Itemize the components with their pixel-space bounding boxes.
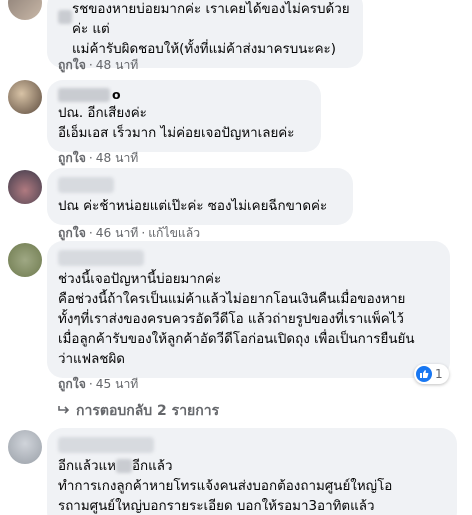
like-link[interactable]: ถูกใจ [58,377,86,391]
reaction-count: 1 [435,367,443,381]
comment-meta: ถูกใจ · 48 นาที [58,151,139,165]
comment-text-part: อีกแล้ว [131,459,173,474]
redacted-name [58,10,72,24]
comment-bubble: ช่วงนี้เจอปัญหานี้บ่อยมากค่ะ คือช่วงนี้ถ… [47,241,450,378]
view-replies-label: การตอบกลับ 2 รายการ [76,403,220,419]
comment-text-part: อีกแล้วแห [58,459,116,474]
timestamp[interactable]: 46 นาที [96,226,139,240]
avatar[interactable] [8,243,42,277]
like-link[interactable]: ถูกใจ [58,151,86,165]
avatar[interactable] [8,170,42,204]
comment-text: อีกแล้วแห อีกแล้ว ทำการเกงลูกค้าหายโทรแจ้… [58,457,446,515]
author-name[interactable] [58,250,144,266]
like-link[interactable]: ถูกใจ [58,226,86,240]
comment-meta: ถูกใจ · 48 นาที [58,58,139,72]
comment-bubble: o ปณ. อีกเสียงค่ะ อีเอ็มเอส เร็วมาก ไม่ค… [47,80,321,152]
reply-arrow-icon [58,403,70,419]
author-name[interactable] [58,437,154,453]
author-name[interactable]: o [58,87,310,102]
avatar[interactable] [8,430,42,464]
thumbs-up-icon [416,366,432,382]
comment-text: ช่วงนี้เจอปัญหานี้บ่อยมากค่ะ คือช่วงนี้ถ… [58,272,415,367]
avatar[interactable] [8,80,42,114]
timestamp[interactable]: 48 นาที [96,151,139,165]
author-name[interactable] [58,177,114,193]
author-suffix: o [112,87,121,102]
view-replies-link[interactable]: การตอบกลับ 2 รายการ [58,400,219,422]
comment-text-part: ทำการเกงลูกค้าหายโทรแจ้งคนส่งบอกต้องถามศ… [58,479,393,514]
reaction-badge[interactable]: 1 [414,364,449,384]
comment-bubble: อีกแล้วแห อีกแล้ว ทำการเกงลูกค้าหายโทรแจ้… [47,428,457,515]
timestamp[interactable]: 48 นาที [96,58,139,72]
comment-text: ปณ ค่ะช้าหน่อยแต่เป๊ะค่ะ ซองไม่เคยฉีกขาด… [58,199,328,214]
avatar[interactable] [8,0,42,20]
timestamp[interactable]: 45 นาที [96,377,139,391]
comment-meta: ถูกใจ · 45 นาที [58,377,139,391]
comment-text: ปณ. อีกเสียงค่ะ อีเอ็มเอส เร็วมาก ไม่ค่อ… [58,106,295,141]
edited-label[interactable]: แก้ไขแล้ว [148,226,200,240]
comment-bubble: ปณ ค่ะช้าหน่อยแต่เป๊ะค่ะ ซองไม่เคยฉีกขาด… [47,168,353,225]
comment-text: รชของหายบ่อยมากค่ะ เราเคยได้ของไม่ครบด้ว… [72,2,350,57]
like-link[interactable]: ถูกใจ [58,58,86,72]
redacted-word [115,459,132,473]
